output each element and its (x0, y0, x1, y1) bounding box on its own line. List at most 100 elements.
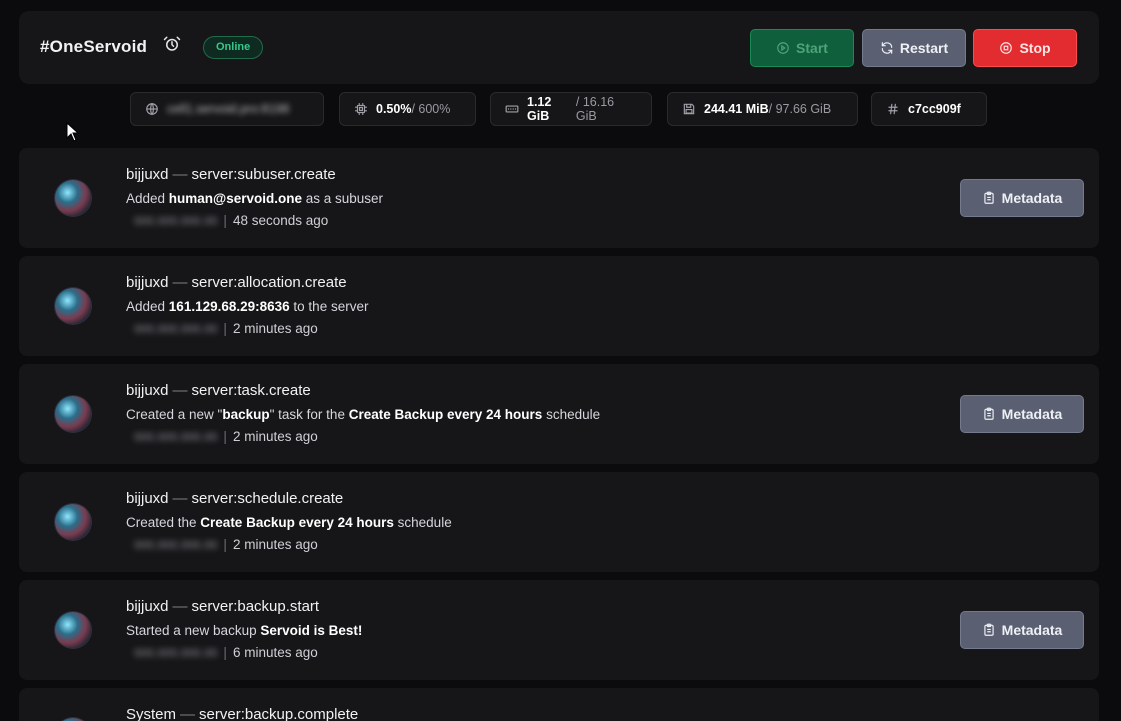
log-title: bijjuxd — server:task.create (126, 382, 311, 399)
log-ip: 000.000.000.00 (134, 645, 218, 660)
log-user: bijjuxd (126, 490, 169, 507)
log-time: 6 minutes ago (232, 645, 318, 660)
avatar (55, 180, 91, 216)
log-time: 2 minutes ago (232, 537, 318, 552)
log-ip: 000.000.000.00 (134, 429, 218, 444)
log-desc-bold: Create Backup every 24 hours (348, 407, 543, 422)
mouse-cursor-icon (66, 122, 80, 142)
log-meta-divider: | (223, 537, 227, 552)
disk-usage: 244.41 MiB (704, 102, 769, 116)
log-desc-text: schedule (542, 407, 601, 422)
log-event: server:schedule.create (191, 490, 344, 507)
stat-cpu: 0.50% / 600% (339, 92, 476, 126)
activity-log-item: System — server:backup.complete (19, 688, 1099, 721)
log-time: 48 seconds ago (232, 213, 329, 228)
log-separator: — (172, 166, 188, 183)
stat-address[interactable]: cell1.servoid.pro:8198 (130, 92, 324, 126)
log-desc-text: Created a new " (126, 407, 223, 422)
log-meta: 000.000.000.00 | 2 minutes ago (126, 429, 318, 444)
log-title: bijjuxd — server:backup.start (126, 598, 319, 615)
log-desc-bold: human@servoid.one (168, 191, 302, 206)
stop-button[interactable]: Stop (973, 29, 1077, 67)
log-ip: 000.000.000.00 (134, 321, 218, 336)
activity-log-item: bijjuxd — server:allocation.create Added 1… (19, 256, 1099, 356)
floppy-disk-icon (683, 103, 695, 115)
log-event: server:backup.start (191, 598, 320, 615)
memory-usage: 1.12 GiB (527, 95, 552, 123)
log-meta: 000.000.000.00 | 2 minutes ago (126, 321, 318, 336)
log-desc-bold: Create Backup every 24 hours (200, 515, 394, 530)
cpu-usage: 0.50% (376, 102, 412, 116)
log-title: bijjuxd — server:allocation.create (126, 274, 347, 291)
log-meta-divider: | (223, 645, 227, 660)
log-separator: — (172, 598, 188, 615)
cpu-max: / 600% (411, 102, 451, 116)
log-desc-text: Started a new backup (126, 623, 261, 638)
log-meta-divider: | (223, 213, 227, 228)
start-label: Start (796, 40, 828, 56)
log-title: System — server:backup.complete (126, 706, 358, 721)
log-user: System (126, 706, 177, 721)
clipboard-icon (983, 623, 994, 636)
log-description: Started a new backup Servoid is Best! (126, 623, 362, 638)
log-desc-text: to the server (289, 299, 369, 314)
log-ip: 000.000.000.00 (134, 213, 218, 228)
stat-disk: 244.41 MiB / 97.66 GiB (667, 92, 858, 126)
refresh-icon (881, 42, 893, 54)
log-user: bijjuxd (126, 166, 169, 183)
log-desc-text: Added (126, 299, 169, 314)
log-event: server:allocation.create (191, 274, 347, 291)
metadata-button[interactable]: Metadata (960, 611, 1084, 649)
log-event: server:backup.complete (199, 706, 359, 721)
memory-max: / 16.16 GiB (575, 95, 615, 123)
log-meta: 000.000.000.00 | 6 minutes ago (126, 645, 318, 660)
log-desc-text: as a subuser (301, 191, 384, 206)
log-separator: — (172, 382, 188, 399)
stat-server-id[interactable]: c7cc909f (871, 92, 987, 126)
log-meta: 000.000.000.00 | 48 seconds ago (126, 213, 328, 228)
log-separator: — (180, 706, 196, 721)
activity-log-item: bijjuxd — server:subuser.create Added huma… (19, 148, 1099, 248)
avatar (55, 396, 91, 432)
log-description: Added human@servoid.one as a subuser (126, 191, 383, 206)
restart-button[interactable]: Restart (862, 29, 966, 67)
start-button[interactable]: Start (750, 29, 854, 67)
activity-log-item: bijjuxd — server:task.create Created a new… (19, 364, 1099, 464)
alarm-clock-icon[interactable] (163, 35, 181, 53)
avatar (55, 288, 91, 324)
log-time: 2 minutes ago (232, 429, 318, 444)
metadata-label: Metadata (1001, 622, 1063, 638)
stat-memory: 1.12 GiB / 16.16 GiB (490, 92, 652, 126)
log-user: bijjuxd (126, 274, 169, 291)
log-ip: 000.000.000.00 (134, 537, 218, 552)
log-desc-bold: 161.129.68.29:8636 (168, 299, 290, 314)
log-event: server:subuser.create (191, 166, 336, 183)
metadata-button[interactable]: Metadata (960, 179, 1084, 217)
log-meta: 000.000.000.00 | 2 minutes ago (126, 537, 318, 552)
activity-log-item: bijjuxd — server:schedule.create Created t… (19, 472, 1099, 572)
server-name: #OneServoid (40, 37, 148, 56)
stop-label: Stop (1019, 40, 1051, 56)
disk-max: / 97.66 GiB (768, 102, 832, 116)
server-header: #OneServoid Online Start Restart Stop (19, 11, 1099, 84)
log-desc-text: Created the (126, 515, 201, 530)
metadata-label: Metadata (1001, 406, 1063, 422)
globe-icon (146, 102, 158, 116)
log-meta-divider: | (223, 321, 227, 336)
log-description: Added 161.129.68.29:8636 to the server (126, 299, 368, 314)
log-title: bijjuxd — server:schedule.create (126, 490, 343, 507)
clipboard-icon (983, 191, 994, 204)
log-description: Created a new "backup" task for the Crea… (126, 407, 600, 422)
clipboard-icon (983, 407, 994, 420)
activity-log-item: bijjuxd — server:backup.start Started a ne… (19, 580, 1099, 680)
stop-circle-icon (1000, 42, 1013, 54)
metadata-button[interactable]: Metadata (960, 395, 1084, 433)
log-description: Created the Create Backup every 24 hours… (126, 515, 452, 530)
log-desc-bold: Servoid is Best! (260, 623, 363, 638)
memory-icon (505, 105, 519, 113)
log-user: bijjuxd (126, 382, 169, 399)
server-id: c7cc909f (908, 102, 961, 116)
avatar (55, 612, 91, 648)
avatar (55, 504, 91, 540)
play-circle-icon (777, 42, 789, 54)
